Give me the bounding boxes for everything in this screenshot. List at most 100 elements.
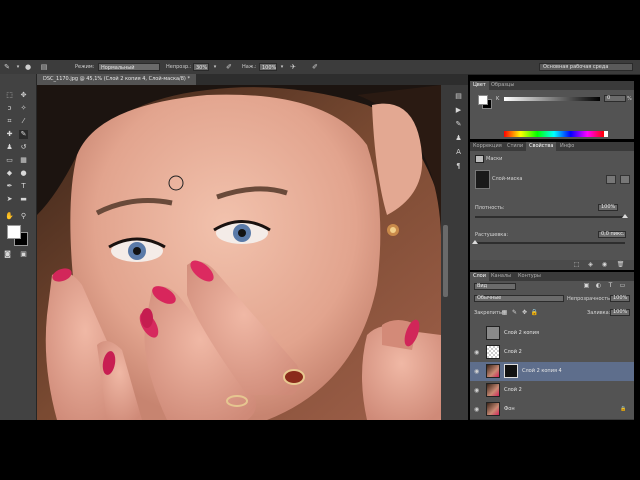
disable-mask-icon[interactable]: ◉	[600, 260, 609, 269]
tab-color[interactable]: Цвет	[470, 81, 489, 90]
tab-paths[interactable]: Контуры	[515, 272, 544, 281]
stamp-tool-icon[interactable]: ♟	[5, 143, 14, 152]
clone-source-panel-icon[interactable]: ♟	[454, 134, 463, 143]
layer-row[interactable]: ◉ Слой 2	[470, 381, 634, 401]
delete-mask-icon[interactable]: 🗑	[616, 260, 625, 269]
layer-visibility-eye-icon[interactable]: ◉	[474, 406, 479, 413]
quick-mask-icon[interactable]: ◙	[3, 250, 12, 259]
opacity-arrow-icon[interactable]: ▾	[211, 63, 219, 71]
filter-adjustment-icon[interactable]: ◐	[594, 281, 603, 290]
tool-preset-arrow-icon[interactable]: ▾	[14, 63, 22, 71]
foreground-color-swatch[interactable]	[7, 225, 21, 239]
layer-row[interactable]: ◉ Слой 2 копия 4	[470, 362, 634, 382]
eyedropper-tool-icon[interactable]: ⁄	[19, 117, 28, 126]
dodge-tool-icon[interactable]: ●	[19, 169, 28, 178]
layer-visibility-eye-icon[interactable]: ◉	[474, 368, 479, 375]
fill-field[interactable]: 100%	[610, 309, 630, 316]
layer-filter-select[interactable]: Вид	[474, 283, 516, 290]
layer-visibility-eye-icon[interactable]: ◉	[474, 349, 479, 356]
feather-slider-thumb[interactable]	[472, 240, 478, 244]
layer-visibility-eye-icon[interactable]: ◉	[474, 387, 479, 394]
crop-tool-icon[interactable]: ⌗	[5, 117, 14, 126]
layer-thumbnail[interactable]	[486, 326, 500, 340]
color-ramp[interactable]	[504, 131, 604, 137]
tab-layers[interactable]: Слои	[470, 272, 489, 281]
layer-row[interactable]: ◉ Фон 🔒	[470, 400, 634, 420]
healing-tool-icon[interactable]: ✚	[5, 130, 14, 139]
type-tool-icon[interactable]: T	[19, 182, 28, 191]
pen-tool-icon[interactable]: ✒	[5, 182, 14, 191]
tab-swatches[interactable]: Образцы	[488, 81, 517, 90]
layer-mask-thumbnail[interactable]	[504, 364, 518, 378]
k-value-field[interactable]: 0	[604, 95, 626, 102]
tab-styles[interactable]: Стили	[504, 142, 526, 151]
history-panel-icon[interactable]: ▤	[454, 92, 463, 101]
zoom-tool-icon[interactable]: ⚲	[19, 212, 28, 221]
select-pixel-mask-icon[interactable]	[606, 175, 616, 184]
blend-mode-select[interactable]: Обычные	[474, 295, 564, 302]
lock-image-icon[interactable]: ✎	[510, 308, 519, 317]
brush-panel-icon[interactable]: ▤	[40, 63, 48, 71]
tab-info[interactable]: Инфо	[557, 142, 577, 151]
layer-row[interactable]: ◉ Слой 2	[470, 343, 634, 363]
layer-thumbnail[interactable]	[486, 402, 500, 416]
filter-pixel-icon[interactable]: ▣	[582, 281, 591, 290]
density-field[interactable]: 100%	[598, 204, 618, 211]
tab-adjustments[interactable]: Коррекция	[470, 142, 505, 151]
shape-tool-icon[interactable]: ▬	[19, 195, 28, 204]
pressure-size-icon[interactable]: ✐	[311, 63, 319, 71]
layer-thumbnail[interactable]	[486, 345, 500, 359]
tab-channels[interactable]: Каналы	[488, 272, 514, 281]
filter-type-icon[interactable]: T	[606, 281, 615, 290]
marquee-tool-icon[interactable]: ⬚	[5, 91, 14, 100]
document-tab[interactable]: DSC_1170.jpg @ 45,1% (Слой 2 копия 4, Сл…	[37, 74, 196, 85]
feather-slider[interactable]	[475, 242, 625, 244]
brush-presets-panel-icon[interactable]: ✎	[454, 120, 463, 129]
vector-mask-icon[interactable]	[620, 175, 630, 184]
lasso-tool-icon[interactable]: ↄ	[5, 104, 14, 113]
canvas-scrollbar-thumb[interactable]	[443, 225, 448, 297]
masks-section-title: Маски	[486, 156, 503, 162]
k-slider-bar[interactable]	[504, 97, 600, 101]
airbrush-icon[interactable]: ✈	[289, 63, 297, 71]
quick-select-tool-icon[interactable]: ✧	[19, 104, 28, 113]
paragraph-panel-icon[interactable]: ¶	[454, 162, 463, 171]
mode-select[interactable]: Нормальный	[98, 63, 160, 71]
brush-tool-icon-selected[interactable]: ✎	[19, 130, 28, 139]
character-panel-icon[interactable]: A	[454, 148, 463, 157]
flow-field[interactable]: 100%	[259, 63, 277, 71]
lock-position-icon[interactable]: ✥	[520, 308, 529, 317]
actions-panel-icon[interactable]: ▶	[454, 106, 463, 115]
lock-all-icon[interactable]: 🔒	[530, 308, 539, 317]
apply-mask-icon[interactable]: ◈	[586, 260, 595, 269]
brush-size-icon[interactable]: ●	[22, 63, 34, 71]
density-slider[interactable]	[475, 216, 625, 218]
color-fg-swatch[interactable]	[478, 95, 488, 105]
layer-opacity-field[interactable]: 100%	[610, 295, 630, 302]
hand-tool-icon[interactable]: ✋	[5, 212, 14, 221]
pressure-opacity-icon[interactable]: ✐	[225, 63, 233, 71]
brush-tool-icon[interactable]: ✎	[3, 63, 11, 71]
workspace-select[interactable]: Основная рабочая среда	[539, 63, 633, 71]
color-ramp-white[interactable]	[604, 131, 608, 137]
layer-row[interactable]: Слой 2 копия	[470, 324, 634, 344]
tab-properties[interactable]: Свойства	[526, 142, 557, 151]
layer-thumbnail[interactable]	[486, 364, 500, 378]
path-select-tool-icon[interactable]: ➤	[5, 195, 14, 204]
density-slider-thumb[interactable]	[622, 214, 628, 218]
canvas[interactable]	[37, 85, 441, 420]
layer-thumbnail[interactable]	[486, 383, 500, 397]
flow-arrow-icon[interactable]: ▾	[278, 63, 286, 71]
filter-shape-icon[interactable]: ▭	[618, 281, 627, 290]
eraser-tool-icon[interactable]: ▭	[5, 156, 14, 165]
gradient-tool-icon[interactable]: ▦	[19, 156, 28, 165]
feather-field[interactable]: 0,0 пикс.	[598, 231, 626, 238]
opacity-field[interactable]: 30%	[193, 63, 209, 71]
load-selection-icon[interactable]: ⬚	[572, 260, 581, 269]
blur-tool-icon[interactable]: ◆	[5, 169, 14, 178]
move-tool-icon[interactable]: ✥	[19, 91, 28, 100]
lock-transparent-icon[interactable]: ▦	[500, 308, 509, 317]
screen-mode-icon[interactable]: ▣	[19, 250, 28, 259]
history-brush-tool-icon[interactable]: ↺	[19, 143, 28, 152]
mask-thumbnail[interactable]	[475, 170, 490, 189]
